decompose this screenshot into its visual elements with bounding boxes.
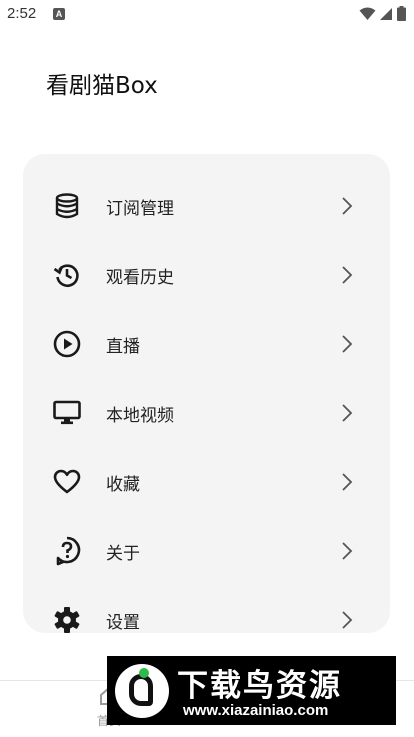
menu-item-live[interactable]: 直播 — [23, 314, 390, 374]
status-bar: 2:52 A — [0, 0, 414, 28]
play-circle-icon — [52, 329, 82, 359]
monitor-icon — [52, 398, 82, 428]
heart-icon — [52, 467, 82, 497]
history-icon — [52, 260, 82, 290]
menu-item-label: 订阅管理 — [106, 198, 174, 219]
chevron-right-icon — [337, 470, 357, 494]
chevron-right-icon — [337, 608, 357, 632]
wifi-icon — [359, 7, 376, 20]
menu-item-about[interactable]: 关于 — [23, 521, 390, 581]
gear-icon — [52, 605, 82, 633]
watermark-url: www.xiazainiao.com — [183, 702, 329, 719]
status-time: 2:52 — [7, 5, 37, 22]
chevron-right-icon — [337, 263, 357, 287]
battery-icon — [397, 6, 406, 21]
menu-item-label: 本地视频 — [106, 405, 174, 426]
menu-item-subscriptions[interactable]: 订阅管理 — [23, 176, 390, 236]
app-title: 看剧猫Box — [46, 73, 158, 99]
status-indicators — [359, 6, 406, 21]
notification-a-icon: A — [53, 8, 65, 20]
menu-item-settings[interactable]: 设置 — [23, 590, 390, 633]
menu-item-label: 观看历史 — [106, 267, 174, 288]
menu-item-label: 关于 — [106, 543, 140, 564]
menu-item-favorites[interactable]: 收藏 — [23, 452, 390, 512]
chevron-right-icon — [337, 194, 357, 218]
menu-item-local-video[interactable]: 本地视频 — [23, 383, 390, 443]
menu-item-label: 设置 — [106, 612, 140, 633]
watermark-title: 下载鸟资源 — [177, 668, 342, 704]
signal-icon — [380, 7, 392, 20]
watermark-logo-icon — [115, 664, 169, 718]
database-icon — [52, 191, 82, 221]
menu-card: 订阅管理 观看历史 直播 本地视频 收藏 关于 设置 — [23, 154, 390, 633]
menu-item-label: 收藏 — [106, 474, 140, 495]
chevron-right-icon — [337, 401, 357, 425]
chevron-right-icon — [337, 539, 357, 563]
menu-item-history[interactable]: 观看历史 — [23, 245, 390, 305]
chevron-right-icon — [337, 332, 357, 356]
watermark-banner: 下载鸟资源 www.xiazainiao.com — [107, 656, 396, 725]
help-icon — [52, 536, 82, 566]
menu-item-label: 直播 — [106, 336, 140, 357]
